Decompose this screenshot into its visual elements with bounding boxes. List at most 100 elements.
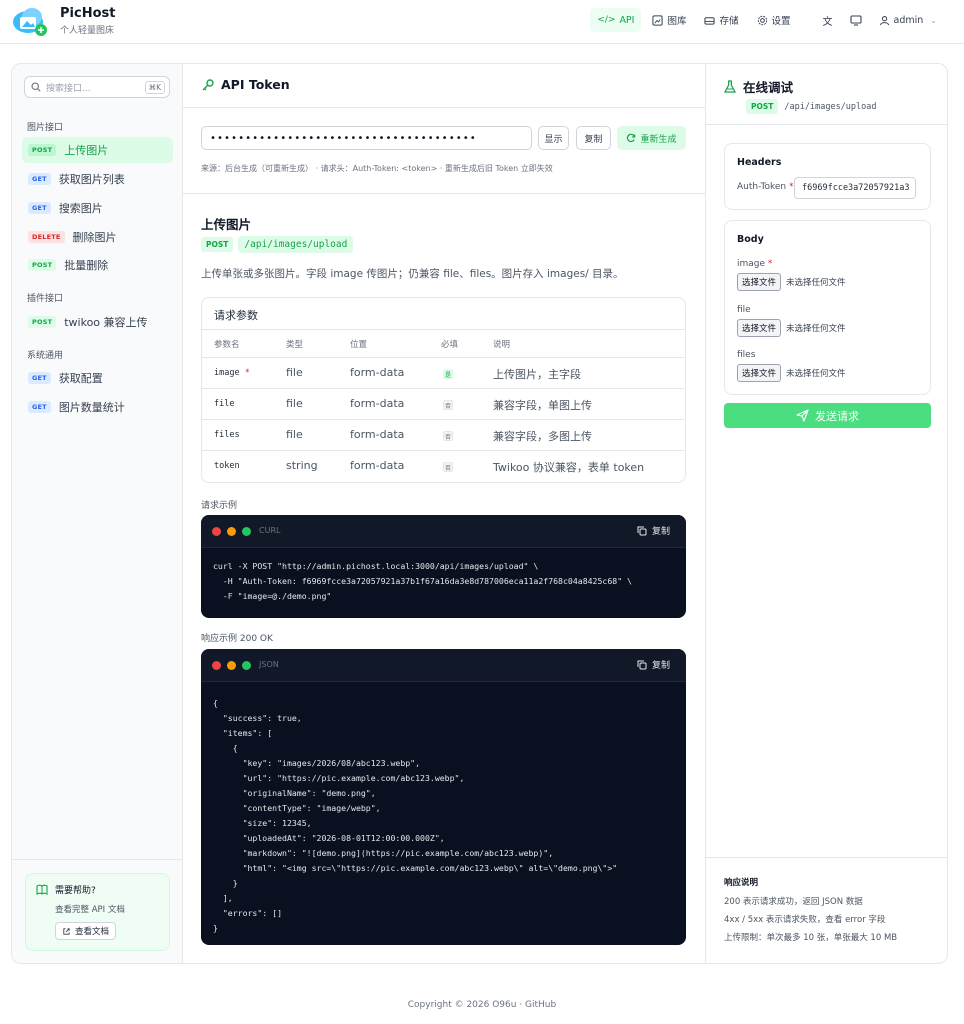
sidebar-item-label: 图片数量统计 [58, 401, 125, 414]
brand-name: PicHost [60, 6, 116, 21]
nav-api-label: API [619, 14, 635, 26]
divider [202, 388, 685, 389]
view-docs-button[interactable]: 查看文档 [55, 922, 117, 940]
required-yes-tag: 是 [443, 369, 453, 379]
body-panel: Body image * 选择文件 未选择任何文件 file 选择文件 未选择任… [724, 220, 931, 395]
brand[interactable]: PicHost 个人轻量图床 [12, 5, 115, 37]
param-position: form-data [350, 459, 405, 472]
method-badge: POST [28, 144, 57, 156]
sidebar-item-label: 删除图片 [72, 231, 117, 244]
param-desc: 兼容字段，多图上传 [493, 430, 592, 443]
method-badge: POST [746, 99, 779, 114]
search-shortcut: ⌘K [144, 80, 165, 94]
image-icon [652, 14, 664, 26]
copy-code-button[interactable]: 复制 [637, 524, 670, 537]
token-note: 来源：后台生成（可重新生成） · 请求头：Auth-Token: <token>… [201, 164, 553, 173]
auth-token-input[interactable]: f6969fcce3a72057921a3 [794, 177, 916, 199]
param-position: form-data [350, 428, 405, 441]
user-name: admin [893, 14, 924, 26]
help-title: 需要帮助? [55, 886, 96, 896]
auth-token-label: Auth-Token * [737, 182, 794, 192]
sidebar-item-batch-delete[interactable]: POST 批量删除 [22, 252, 173, 278]
headers-panel: Headers Auth-Token * f6969fcce3a72057921… [724, 143, 931, 210]
sidebar-item-list-images[interactable]: GET 获取图片列表 [22, 166, 173, 192]
file-input-image[interactable]: 选择文件 未选择任何文件 [737, 273, 846, 291]
file-status: 未选择任何文件 [786, 278, 846, 288]
param-name: file [214, 399, 235, 409]
code-header: JSON 复制 [201, 649, 686, 682]
sidebar-item-label: 获取图片列表 [58, 173, 125, 186]
choose-file-button[interactable]: 选择文件 [737, 364, 782, 382]
file-input-file[interactable]: 选择文件 未选择任何文件 [737, 319, 846, 337]
param-desc: 上传图片，主字段 [493, 368, 581, 381]
window-dot-yellow [227, 527, 236, 536]
sidebar-item-label: twikoo 兼容上传 [64, 316, 148, 329]
choose-file-button[interactable]: 选择文件 [737, 273, 782, 291]
flask-icon [724, 79, 736, 93]
search-input[interactable]: 搜索接口... ⌘K [24, 76, 170, 98]
code-lang: CURL [259, 526, 281, 535]
copy-label: 复制 [651, 527, 670, 537]
divider [202, 419, 685, 420]
param-type: string [286, 459, 318, 472]
nav-api[interactable]: </> API [590, 8, 642, 32]
nav-gallery[interactable]: 图库 [645, 8, 693, 32]
sidebar-item-delete-image[interactable]: DELETE 删除图片 [22, 224, 173, 250]
send-request-button[interactable]: 发送请求 [724, 403, 931, 428]
params-table: 请求参数 参数名 类型 位置 必填 说明 image * file form-d… [201, 297, 686, 483]
choose-file-button[interactable]: 选择文件 [737, 319, 782, 337]
copy-code-button[interactable]: 复制 [637, 658, 670, 671]
sidebar-item-get-config[interactable]: GET 获取配置 [22, 365, 173, 391]
response-code: { "success": true, "items": [ { "key": "… [213, 698, 618, 933]
param-type: file [286, 366, 303, 379]
token-field[interactable]: •••••••••••••••••••••••••••••••••••••• [201, 126, 532, 150]
file-input-files[interactable]: 选择文件 未选择任何文件 [737, 364, 846, 382]
regenerate-token-button[interactable]: 重新生成 [617, 126, 686, 150]
view-docs-label: 查看文档 [75, 927, 110, 937]
window-dot-red [212, 661, 221, 670]
param-position: form-data [350, 366, 405, 379]
nav-gallery-label: 图库 [667, 16, 687, 27]
divider [12, 859, 182, 860]
monitor-icon[interactable] [844, 8, 868, 32]
method-badge: POST [28, 259, 57, 271]
debug-title-label: 在线调试 [743, 80, 794, 95]
code-icon: </> [597, 15, 616, 25]
help-box: 需要帮助? 查看完整 API 文档 查看文档 [25, 873, 170, 951]
param-type: file [286, 428, 303, 441]
code-lang: JSON [259, 660, 279, 669]
method-badge: GET [28, 372, 51, 384]
search-icon [31, 82, 41, 92]
response-info-title: 响应说明 [724, 878, 759, 888]
debug-title: 在线调试 [724, 77, 793, 96]
api-docs-card: 搜索接口... ⌘K 图片接口 POST 上传图片 GET 获取图片列表 GET… [11, 63, 948, 964]
key-icon [202, 78, 214, 90]
sidebar-item-label: 批量删除 [64, 259, 109, 272]
divider [183, 193, 705, 194]
sidebar-item-twikoo-upload[interactable]: POST twikoo 兼容上传 [22, 309, 173, 335]
request-code-block: CURL 复制 curl -X POST "http://admin.picho… [201, 515, 686, 618]
nav-storage-label: 存储 [719, 16, 739, 27]
translate-icon[interactable]: 文 [816, 8, 840, 32]
param-desc: Twikoo 协议兼容，表单 token [493, 461, 645, 474]
user-menu[interactable]: admin ⌄ [872, 8, 944, 32]
sidebar-item-image-count[interactable]: GET 图片数量统计 [22, 394, 173, 420]
user-icon [879, 15, 889, 25]
required-no-tag: 否 [443, 462, 453, 472]
nav-settings[interactable]: 设置 [750, 8, 798, 32]
search-placeholder: 搜索接口... [46, 83, 91, 94]
sidebar-item-label: 搜索图片 [58, 202, 103, 215]
token-section-title: API Token [201, 77, 290, 92]
request-code: curl -X POST "http://admin.pichost.local… [213, 561, 632, 601]
sidebar-item-search-images[interactable]: GET 搜索图片 [22, 195, 173, 221]
show-token-button[interactable]: 显示 [538, 126, 569, 150]
col-name: 参数名 [214, 340, 240, 350]
sidebar-item-upload[interactable]: POST 上传图片 [22, 137, 173, 163]
top-navbar: PicHost 个人轻量图床 </> API 图库 存储 设置 文 admin … [0, 0, 964, 44]
nav-storage[interactable]: 存储 [697, 8, 745, 32]
divider [202, 329, 685, 330]
storage-icon [704, 16, 716, 25]
method-badge: GET [28, 202, 51, 214]
copy-token-button[interactable]: 复制 [576, 126, 611, 150]
required-no-tag: 否 [443, 431, 453, 441]
